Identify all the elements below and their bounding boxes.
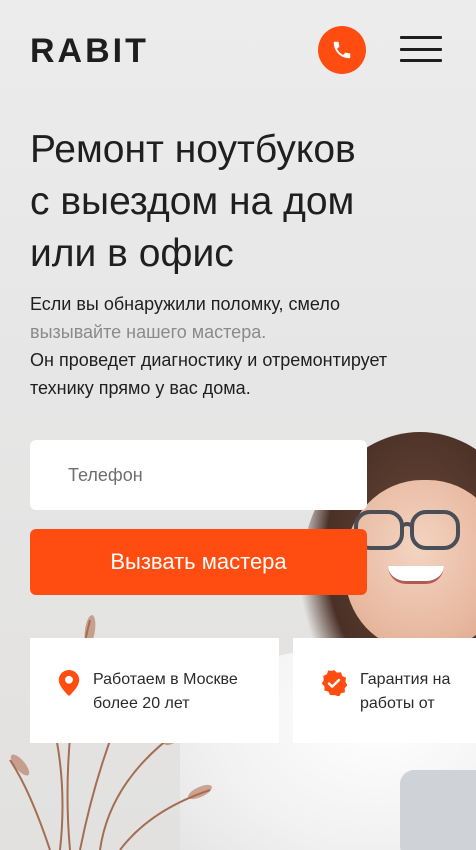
feature-text: Работаем в Москве более 20 лет [93, 668, 238, 716]
title-line: Ремонт ноутбуков [30, 128, 356, 171]
feature-card-moscow: Работаем в Москве более 20 лет [30, 638, 279, 743]
description-text: Если вы обнаружили поломку, смело [30, 294, 341, 314]
hamburger-menu-icon[interactable] [400, 36, 442, 62]
description-text-highlight: вызывайте нашего мастера. [30, 322, 267, 342]
feature-card-guarantee: Гарантия на работы от [293, 638, 476, 743]
feature-line: Работаем в Москве [93, 671, 238, 688]
site-header: RABIT [30, 24, 446, 76]
logo[interactable]: RABIT [30, 32, 149, 71]
page-title: Ремонт ноутбуков с выездом на дом или в … [30, 124, 450, 280]
map-pin-icon [58, 670, 80, 696]
guarantee-badge-icon [321, 670, 347, 696]
feature-line: Гарантия на [360, 671, 451, 688]
phone-input[interactable] [30, 440, 367, 510]
feature-line: работы от [360, 695, 435, 712]
call-button[interactable] [318, 26, 366, 74]
feature-text: Гарантия на работы от [360, 668, 450, 716]
description-text: Он проведет диагностику и отремонтирует [30, 350, 388, 370]
title-line: или в офис [30, 232, 234, 275]
hero-description: Если вы обнаружили поломку, смело вызыва… [30, 290, 460, 402]
title-line: с выездом на дом [30, 180, 355, 223]
description-text: технику прямо у вас дома. [30, 378, 251, 398]
feature-line: более 20 лет [93, 695, 190, 712]
phone-icon [333, 41, 351, 59]
call-master-button[interactable]: Вызвать мастера [30, 529, 367, 595]
